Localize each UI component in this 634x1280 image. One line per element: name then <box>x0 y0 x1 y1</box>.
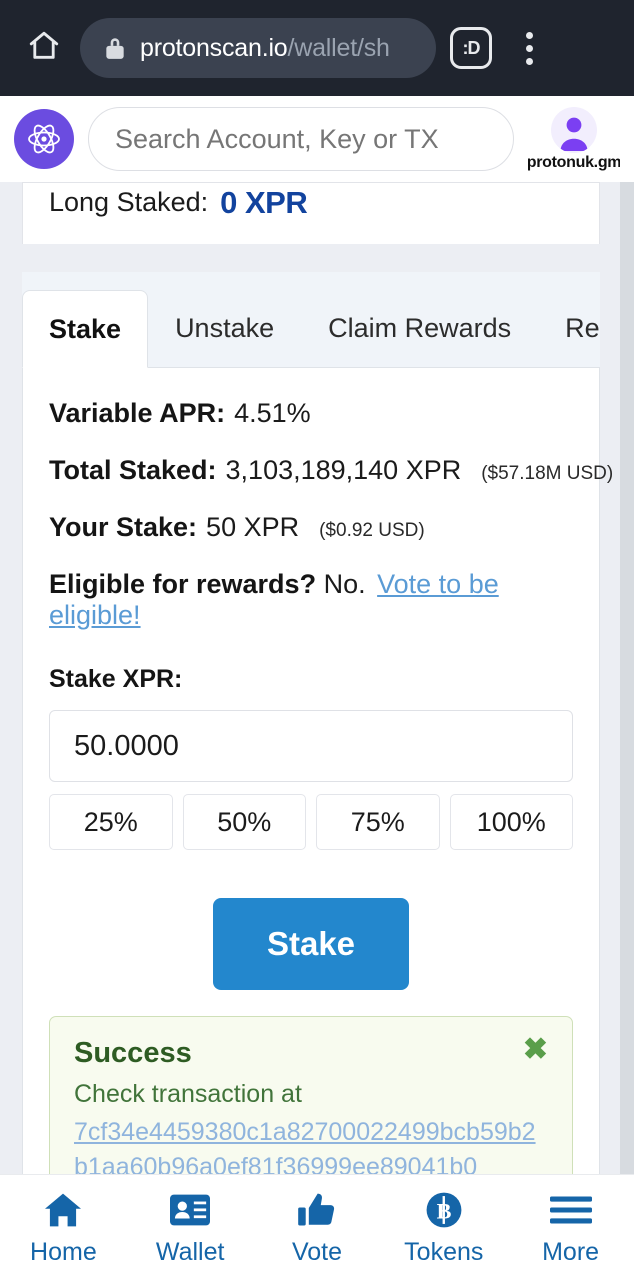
stake-amount-label: Stake XPR: <box>49 665 183 693</box>
search-bar[interactable] <box>88 107 514 171</box>
nav-label-more: More <box>542 1238 600 1266</box>
percent-75-button[interactable]: 75% <box>316 794 440 850</box>
eligibility-answer: No. <box>323 569 366 599</box>
nav-item-home[interactable]: Home <box>4 1188 122 1267</box>
account-name: protonuk.gm <box>528 153 620 171</box>
nav-item-vote[interactable]: Vote <box>258 1188 376 1267</box>
tab-claim-rewards[interactable]: Claim Rewards <box>301 289 538 367</box>
url-path: /wallet/sh <box>287 33 390 62</box>
nav-item-wallet[interactable]: Wallet <box>131 1188 249 1267</box>
tab-refund-label: Re <box>565 312 600 343</box>
kebab-menu-icon[interactable] <box>514 25 544 71</box>
submit-row: Stake <box>49 898 573 990</box>
main-content: Long Staked: 0 XPR Stake Unstake Claim R… <box>22 182 613 1174</box>
nav-label-vote: Vote <box>291 1238 343 1266</box>
close-icon[interactable]: ✖ <box>523 1035 548 1065</box>
stake-panel: Variable APR: 4.51% Total Staked: 3,103,… <box>22 368 613 1174</box>
url-domain: protonscan.io <box>140 33 288 62</box>
total-staked-row: Total Staked: 3,103,189,140 XPR ($57.18M… <box>49 455 613 486</box>
tab-claim-rewards-label: Claim Rewards <box>328 312 512 343</box>
long-staked-label: Long Staked: <box>49 187 209 217</box>
avatar <box>551 106 597 153</box>
tab-refund[interactable]: Re <box>538 289 627 367</box>
total-staked-usd: ($57.18M USD) <box>481 463 614 484</box>
your-stake-row: Your Stake: 50 XPR ($0.92 USD) <box>49 512 573 543</box>
nav-label-home: Home <box>30 1238 97 1266</box>
account-profile[interactable]: protonuk.gm <box>528 106 620 172</box>
success-alert: ✖ Success Check transaction at 7cf34e445… <box>49 1016 573 1174</box>
tab-unstake-label: Unstake <box>175 312 275 343</box>
tab-bar: Stake Unstake Claim Rewards Re <box>22 272 600 368</box>
percent-buttons: 25% 50% 75% 100% <box>49 794 573 850</box>
your-stake-value: 50 XPR <box>206 512 300 542</box>
transaction-hash-link[interactable]: 7cf34e4459380c1a82700022499bcb59b2b1aa60… <box>74 1118 536 1174</box>
total-staked-value: 3,103,189,140 XPR <box>225 455 462 485</box>
apr-value: 4.51% <box>234 398 311 428</box>
id-card-icon <box>170 1188 211 1232</box>
url-text: protonscan.io/wallet/sh <box>140 34 390 63</box>
your-stake-label: Your Stake: <box>49 512 198 542</box>
tab-stake-label: Stake <box>49 313 122 344</box>
page-scroll-area: Long Staked: 0 XPR Stake Unstake Claim R… <box>0 182 634 1174</box>
home-icon <box>43 1188 83 1232</box>
stake-submit-button[interactable]: Stake <box>213 898 409 990</box>
nav-label-tokens: Tokens <box>404 1238 484 1266</box>
long-staked-row: Long Staked: 0 XPR <box>22 182 600 244</box>
long-staked-value: 0 XPR <box>220 184 308 220</box>
percent-100-button[interactable]: 100% <box>449 794 573 850</box>
nav-item-tokens[interactable]: B Tokens <box>385 1188 503 1267</box>
apr-label: Variable APR: <box>49 398 226 428</box>
tab-stake[interactable]: Stake <box>22 290 149 368</box>
home-icon <box>27 29 61 68</box>
percent-25-button[interactable]: 25% <box>49 794 173 850</box>
tab-unstake[interactable]: Unstake <box>148 289 301 367</box>
browser-home-button[interactable] <box>18 22 70 74</box>
your-stake-usd: ($0.92 USD) <box>319 520 425 541</box>
app-header: protonuk.gm <box>0 96 634 182</box>
hamburger-menu-icon <box>549 1188 592 1232</box>
thumbs-up-icon <box>297 1188 337 1232</box>
eligibility-row: Eligible for rewards? No. Vote to be eli… <box>49 569 573 631</box>
alert-message: Check transaction at <box>74 1080 302 1108</box>
nav-item-more[interactable]: More <box>512 1188 630 1267</box>
total-staked-label: Total Staked: <box>49 455 217 485</box>
search-input[interactable] <box>115 123 487 155</box>
percent-50-button[interactable]: 50% <box>182 794 306 850</box>
lock-icon <box>104 35 126 61</box>
bitcoin-circle-icon: B <box>425 1188 463 1232</box>
alert-title: Success <box>74 1037 192 1069</box>
browser-toolbar: protonscan.io/wallet/sh :D <box>0 0 634 96</box>
apr-row: Variable APR: 4.51% <box>49 398 573 429</box>
browser-profile-icon[interactable]: :D <box>450 27 492 69</box>
url-bar[interactable]: protonscan.io/wallet/sh <box>80 18 436 78</box>
stake-amount-input[interactable] <box>49 710 573 782</box>
nav-label-wallet: Wallet <box>155 1238 225 1266</box>
eligibility-label: Eligible for rewards? <box>49 569 317 599</box>
bottom-navigation: Home Wallet Vote B <box>0 1174 634 1280</box>
proton-atom-logo[interactable] <box>14 109 74 169</box>
